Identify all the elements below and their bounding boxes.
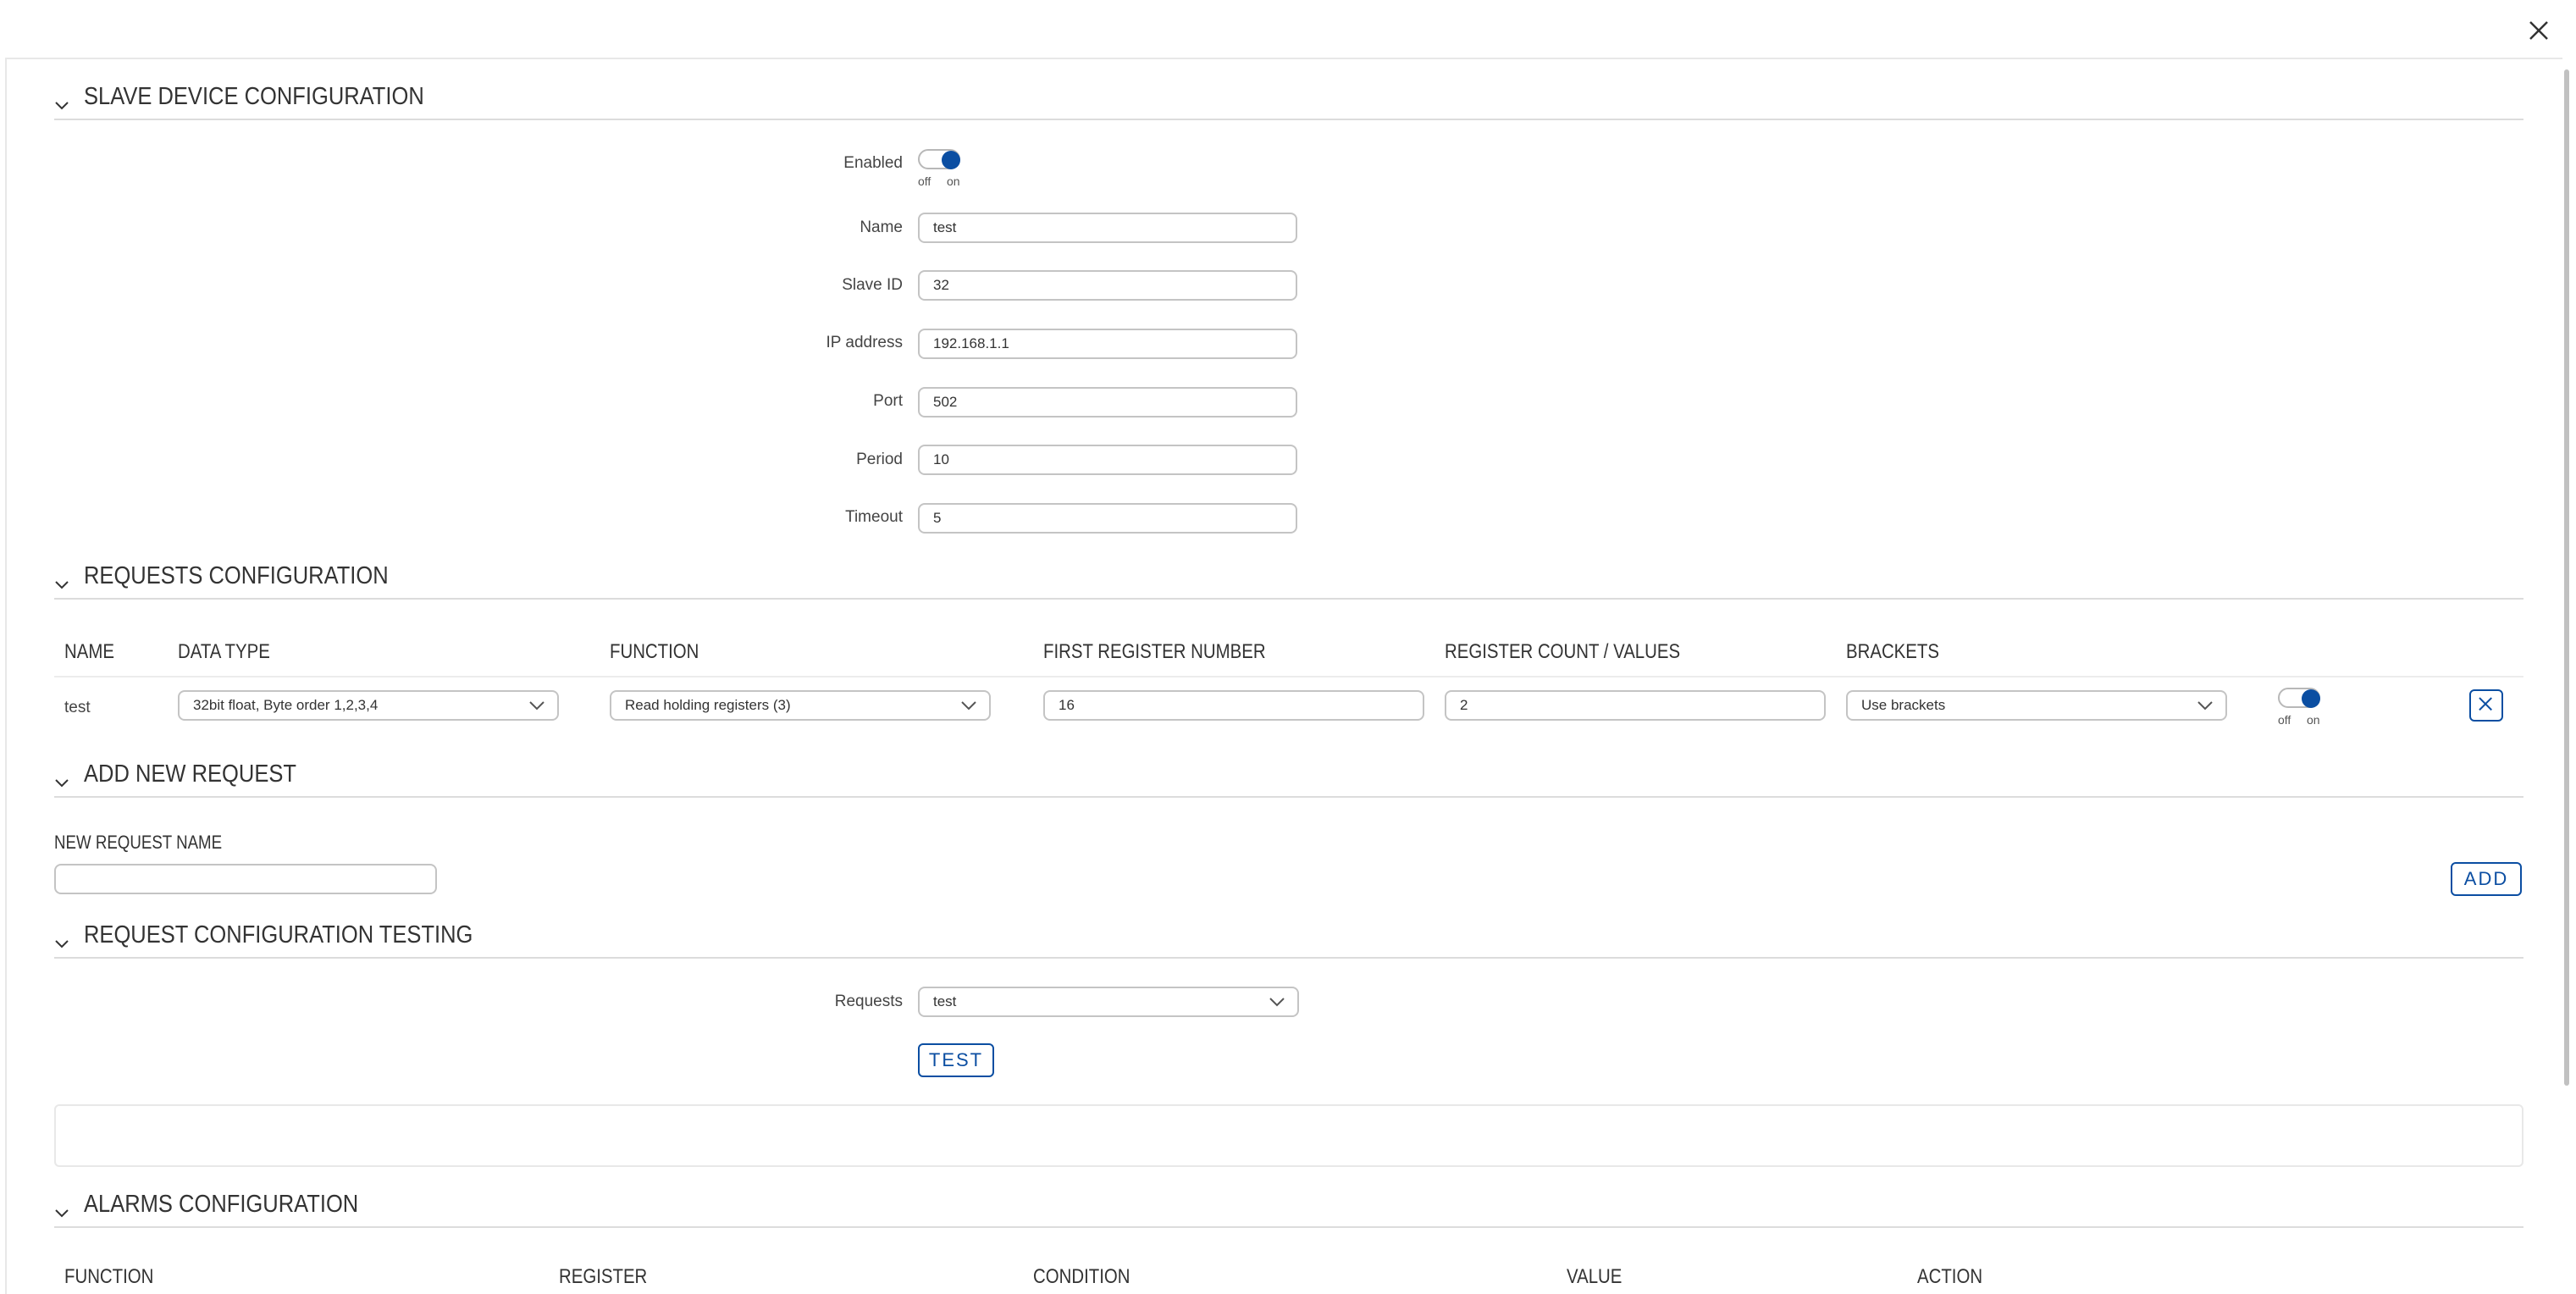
chevron-down-icon[interactable]: [54, 937, 69, 952]
toggle-on-label: on: [2307, 713, 2320, 727]
chevron-down-icon: [1269, 998, 1285, 1007]
section-slave-device[interactable]: SLAVE DEVICE CONFIGURATION: [54, 83, 2523, 120]
alarm-col-function: FUNCTION: [64, 1265, 154, 1288]
row-divider: [54, 676, 2523, 677]
new-request-name-input[interactable]: [54, 864, 437, 894]
toggle-off-label: off: [918, 174, 931, 188]
chevron-down-icon: [2197, 701, 2213, 711]
new-request-name-label: NEW REQUEST NAME: [54, 832, 223, 853]
chevron-down-icon[interactable]: [54, 578, 69, 593]
ip-address-field[interactable]: 192.168.1.1: [918, 329, 1297, 359]
ip-address-label: IP address: [826, 334, 903, 351]
section-title: REQUEST CONFIGURATION TESTING: [84, 921, 473, 948]
test-button[interactable]: TEST: [918, 1043, 994, 1077]
register-count-value: 2: [1460, 697, 1468, 713]
col-name: NAME: [64, 640, 114, 663]
test-result-output: [54, 1104, 2523, 1167]
port-label: Port: [873, 392, 903, 410]
section-title: REQUESTS CONFIGURATION: [84, 562, 389, 589]
section-request-testing[interactable]: REQUEST CONFIGURATION TESTING: [54, 921, 2523, 959]
col-first-register: FIRST REGISTER NUMBER: [1043, 640, 1266, 663]
first-register-field[interactable]: 16: [1043, 690, 1424, 721]
close-icon[interactable]: [2522, 14, 2556, 47]
col-register-count: REGISTER COUNT / VALUES: [1445, 640, 1681, 663]
chevron-down-icon[interactable]: [54, 98, 69, 113]
requests-select[interactable]: test: [918, 987, 1299, 1017]
add-button[interactable]: ADD: [2451, 862, 2522, 896]
toggle-knob: [2302, 689, 2320, 708]
timeout-field[interactable]: 5: [918, 503, 1297, 534]
port-field[interactable]: 502: [918, 387, 1297, 418]
chevron-down-icon: [961, 701, 976, 711]
alarm-col-register: REGISTER: [559, 1265, 648, 1288]
slave-id-field[interactable]: 32: [918, 270, 1297, 301]
chevron-down-icon[interactable]: [54, 1206, 69, 1221]
slave-id-label: Slave ID: [842, 276, 903, 294]
close-icon: [2479, 697, 2492, 711]
col-brackets: BRACKETS: [1846, 640, 1939, 663]
timeout-label: Timeout: [845, 508, 903, 526]
request-name: test: [64, 699, 91, 716]
toggle-knob: [942, 151, 960, 169]
col-function: FUNCTION: [610, 640, 699, 663]
function-select[interactable]: Read holding registers (3): [610, 690, 991, 721]
section-add-new-request[interactable]: ADD NEW REQUEST: [54, 760, 2523, 798]
period-field[interactable]: 10: [918, 445, 1297, 475]
alarm-col-condition: CONDITION: [1033, 1265, 1130, 1288]
chevron-down-icon[interactable]: [54, 776, 69, 791]
scrollbar[interactable]: [2564, 69, 2569, 1086]
brackets-value: Use brackets: [1861, 697, 1946, 713]
alarm-col-action: ACTION: [1917, 1265, 1983, 1288]
period-label: Period: [856, 451, 903, 468]
delete-request-button[interactable]: [2469, 689, 2503, 722]
data-type-select[interactable]: 32bit float, Byte order 1,2,3,4: [178, 690, 559, 721]
section-title: SLAVE DEVICE CONFIGURATION: [84, 83, 424, 110]
section-alarms[interactable]: ALARMS CONFIGURATION: [54, 1191, 2523, 1228]
enabled-label: Enabled: [843, 154, 903, 172]
brackets-select[interactable]: Use brackets: [1846, 690, 2227, 721]
function-value: Read holding registers (3): [625, 697, 791, 713]
name-label: Name: [860, 218, 903, 236]
chevron-down-icon: [529, 701, 544, 711]
register-count-field[interactable]: 2: [1445, 690, 1826, 721]
alarm-col-value: VALUE: [1567, 1265, 1622, 1288]
requests-select-value: test: [933, 993, 957, 1009]
first-register-value: 16: [1059, 697, 1075, 713]
section-requests[interactable]: REQUESTS CONFIGURATION: [54, 562, 2523, 600]
col-data-type: DATA TYPE: [178, 640, 270, 663]
toggle-on-label: on: [947, 174, 960, 188]
data-type-value: 32bit float, Byte order 1,2,3,4: [193, 697, 379, 713]
enabled-toggle[interactable]: off on: [918, 149, 965, 188]
section-title: ALARMS CONFIGURATION: [84, 1191, 359, 1218]
request-enabled-toggle[interactable]: off on: [2278, 688, 2325, 727]
name-field[interactable]: test: [918, 213, 1297, 243]
toggle-off-label: off: [2278, 713, 2291, 727]
section-title: ADD NEW REQUEST: [84, 760, 296, 788]
requests-label: Requests: [834, 993, 903, 1010]
